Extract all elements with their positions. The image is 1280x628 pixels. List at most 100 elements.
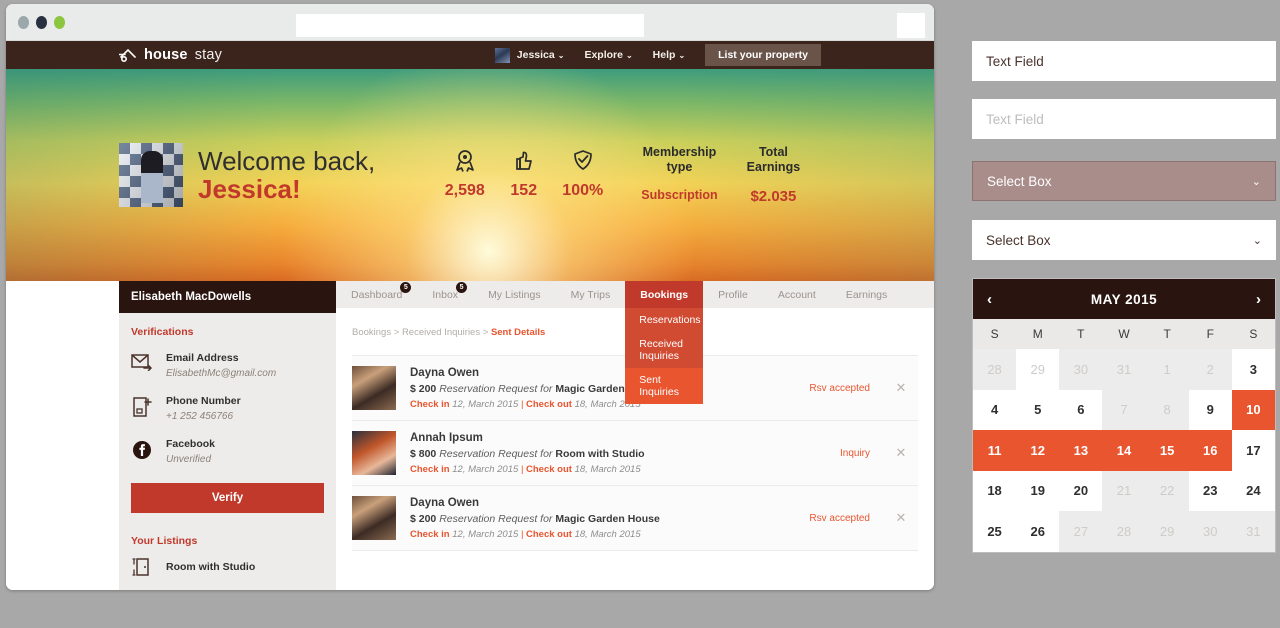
booking-listing-name: Magic Garden House (555, 512, 660, 525)
mobile-phone-icon (131, 396, 153, 418)
calendar-day[interactable]: 11 (973, 430, 1017, 471)
select-box-enabled[interactable]: Select Box ⌄ (972, 220, 1276, 260)
status-badge: 5 (400, 282, 412, 293)
calendar-day[interactable]: 13 (1059, 430, 1103, 471)
weekday-label: S (1249, 327, 1258, 341)
tab-bookings[interactable]: Bookings (625, 281, 704, 308)
prev-month-button[interactable]: ‹ (987, 291, 992, 308)
calendar-widget: ‹ MAY 2015 › S M T W T F S 28 29 30 31 1 2 3 4 5… (972, 278, 1276, 553)
stat-likes: 152 (494, 145, 553, 200)
checkin-date: 12, March 2015 (452, 528, 519, 540)
brand-logo[interactable]: house stay (119, 41, 222, 69)
tab-dashboard[interactable]: Dashboard 5 (336, 281, 417, 308)
sidebar-verifications-title: Verifications (131, 326, 194, 338)
menu-item-sent-inquiries[interactable]: Sent Inquiries (625, 368, 704, 404)
table-row[interactable]: Dayna Owen $ 200 Reservation Request for… (352, 486, 918, 551)
verification-phone-value: +1 252 456766 (166, 411, 234, 422)
tab-earnings[interactable]: Earnings (831, 281, 902, 308)
welcome-greeting: Welcome back, (198, 145, 376, 176)
url-input[interactable] (296, 14, 644, 37)
brand-text-house: house (144, 47, 188, 63)
calendar-day: 28 (1102, 511, 1146, 552)
calendar-day[interactable]: 9 (1188, 389, 1232, 430)
close-icon[interactable]: ✕ (884, 445, 918, 461)
calendar-day[interactable]: 19 (1016, 470, 1060, 511)
close-icon[interactable]: ✕ (884, 510, 918, 526)
tab-label: Bookings (640, 288, 689, 301)
calendar-day[interactable]: 4 (973, 389, 1017, 430)
sidebar-listing-room-with-studio[interactable]: Room with Studio (119, 551, 336, 583)
tab-my-listings[interactable]: My Listings (473, 281, 556, 308)
close-dot[interactable] (54, 16, 65, 29)
calendar-day[interactable]: 5 (1016, 389, 1060, 430)
tab-inbox[interactable]: Inbox 5 (417, 281, 473, 308)
text-field-filled[interactable]: Text Field (972, 41, 1276, 81)
nav-item-explore[interactable]: Explore ⌄ (584, 49, 632, 61)
browser-menu-button[interactable] (897, 13, 925, 38)
calendar-day[interactable]: 17 (1231, 430, 1275, 471)
weekday-label: T (1163, 327, 1171, 341)
calendar-day[interactable]: 20 (1059, 470, 1103, 511)
calendar-day[interactable]: 14 (1102, 430, 1146, 471)
calendar-day[interactable]: 24 (1231, 470, 1275, 511)
calendar-day: 27 (1059, 511, 1103, 552)
list-your-property-button[interactable]: List your property (705, 44, 821, 66)
tab-profile[interactable]: Profile (703, 281, 763, 308)
select-box-disabled[interactable]: Select Box ⌄ (972, 161, 1276, 201)
site-header: house stay Jessica ⌄ Explore ⌄ Help ⌄ List y… (6, 41, 934, 69)
tab-bar: Dashboard 5 Inbox 5 My Listings My Trips… (336, 281, 934, 404)
calendar-day[interactable]: 25 (973, 511, 1017, 552)
menu-item-received-inquiries[interactable]: Received Inquiries (625, 332, 703, 368)
award-ribbon-icon (435, 145, 494, 175)
user-avatar-large[interactable] (119, 143, 183, 207)
thumbs-up-icon (494, 145, 553, 175)
verification-item-phone[interactable]: Phone Number +1 252 456766 (119, 385, 336, 428)
tab-my-trips[interactable]: My Trips (556, 281, 626, 308)
calendar-day: 31 (1102, 349, 1146, 390)
calendar-day[interactable]: 10 (1231, 389, 1275, 430)
calendar-day: 31 (1231, 511, 1275, 552)
calendar-day: 22 (1145, 470, 1189, 511)
close-icon[interactable]: ✕ (884, 380, 918, 396)
next-month-button[interactable]: › (1256, 291, 1261, 308)
breadcrumb-item-bookings[interactable]: Bookings (352, 327, 391, 338)
calendar-day[interactable]: 15 (1145, 430, 1189, 471)
verify-button[interactable]: Verify (131, 483, 324, 513)
avatar[interactable] (494, 47, 510, 63)
calendar-day[interactable]: 6 (1059, 389, 1103, 430)
sidebar-listing-label: Room with Studio (166, 561, 256, 573)
minimize-dot[interactable] (18, 16, 29, 29)
tab-label: My Listings (488, 288, 541, 301)
brand-text-stay: stay (194, 47, 223, 63)
earnings-value: $2.035 (750, 188, 797, 206)
hero-stats: 2,598 152 100% Membership type Subscript… (435, 145, 800, 206)
window-controls[interactable] (18, 16, 65, 29)
checkin-label: Check in (410, 528, 450, 540)
maximize-dot[interactable] (36, 16, 47, 29)
calendar-day[interactable]: 23 (1188, 470, 1232, 511)
booking-price: $ 200 (410, 512, 437, 525)
verification-item-email[interactable]: Email Address ElisabethMc@gmail.com (119, 342, 336, 385)
tab-account[interactable]: Account (763, 281, 831, 308)
chevron-down-icon: ⌄ (678, 51, 686, 60)
sidebar-listings-title: Your Listings (131, 535, 198, 547)
status-badge: Inquiry (839, 447, 870, 459)
tab-label: Dashboard (351, 288, 403, 301)
calendar-day[interactable]: 18 (973, 470, 1017, 511)
text-field-empty[interactable]: Text Field (972, 99, 1276, 139)
calendar-day[interactable]: 3 (1231, 349, 1275, 390)
menu-item-reservations[interactable]: Reservations (625, 308, 703, 332)
breadcrumb-item-received-inquiries[interactable]: Received Inquiries (402, 327, 480, 338)
chevron-down-icon: ⌄ (1251, 175, 1261, 188)
status-badge: 5 (456, 282, 468, 293)
sidebar-listing-magic-garden-house[interactable]: Magic Garden House (119, 583, 336, 590)
breadcrumb-current: Sent Details (490, 327, 546, 338)
nav-item-jessica[interactable]: Jessica ⌄ (517, 49, 565, 61)
calendar-day[interactable]: 16 (1188, 430, 1232, 471)
verification-item-facebook[interactable]: Facebook Unverified (119, 428, 336, 471)
calendar-day[interactable]: 12 (1016, 430, 1060, 471)
stat-total-earnings: Total Earnings $2.035 (747, 145, 801, 206)
calendar-day[interactable]: 26 (1016, 511, 1060, 552)
nav-item-help[interactable]: Help ⌄ (653, 49, 685, 61)
table-row[interactable]: Annah Ipsum $ 800 Reservation Request fo… (352, 421, 918, 486)
